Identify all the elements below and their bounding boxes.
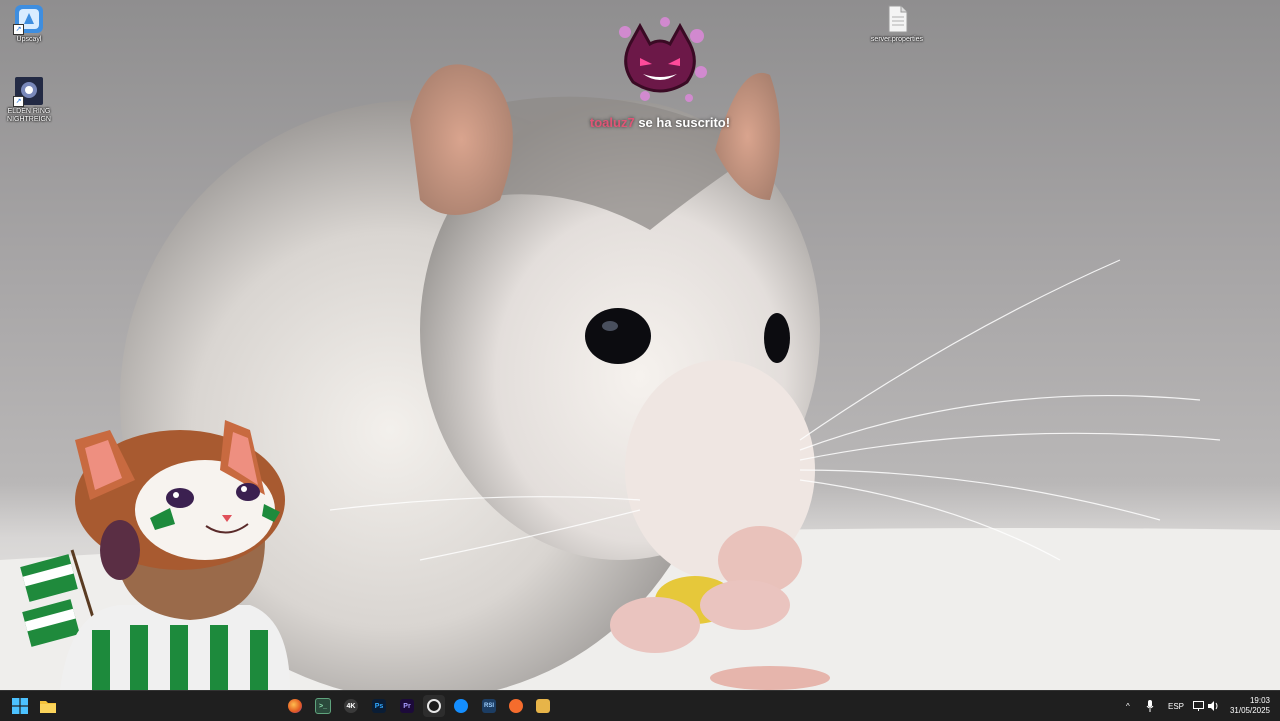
rsi-icon: RSI <box>482 699 496 713</box>
alert-text: toaluz7 se ha suscrito! <box>570 115 750 130</box>
tray-volume[interactable] <box>1208 691 1220 721</box>
start-button[interactable] <box>9 695 31 717</box>
shortcut-arrow-icon: ↗ <box>13 96 24 107</box>
taskbar-photoshop[interactable]: Ps <box>368 695 390 717</box>
microphone-icon <box>1146 700 1154 712</box>
4k-icon: 4K <box>344 699 358 713</box>
clock-time: 19:03 <box>1249 696 1270 705</box>
desktop-icon-elden-ring[interactable]: ↗ ELDEN RING NIGHTREIGN <box>0 76 58 124</box>
taskbar-obs[interactable] <box>423 695 445 717</box>
alert-username: toaluz7 <box>589 115 635 130</box>
folder-icon <box>40 701 56 713</box>
tray-microphone[interactable] <box>1146 691 1154 721</box>
tray-network[interactable] <box>1193 691 1204 721</box>
taskbar: >_ 4K Ps Pr RSI ^ ESP 19:03 31/05/2025 <box>0 690 1280 721</box>
windows-logo-icon <box>12 698 28 714</box>
desktop: ↗ Upscayl ↗ ELDEN RING NIGHTREIGN server… <box>0 0 1280 690</box>
taskbar-file-explorer[interactable] <box>37 695 59 717</box>
subscription-alert: toaluz7 se ha suscrito! <box>570 14 750 130</box>
obs-icon <box>427 699 441 713</box>
desktop-icon-upscayl[interactable]: ↗ Upscayl <box>0 4 58 44</box>
battlenet-icon <box>454 699 468 713</box>
elden-ring-icon: ↗ <box>13 76 44 107</box>
volume-icon <box>1208 701 1218 711</box>
taskbar-rsi-launcher[interactable]: RSI <box>478 695 500 717</box>
taskbar-premiere[interactable]: Pr <box>396 695 418 717</box>
tray-language[interactable]: ESP <box>1168 691 1184 721</box>
taskbar-battle-net[interactable] <box>450 695 472 717</box>
tray-overflow-button[interactable]: ^ <box>1126 691 1130 721</box>
clock-date: 31/05/2025 <box>1229 706 1270 715</box>
network-icon <box>1193 701 1204 711</box>
document-icon <box>882 4 912 34</box>
demon-cat-icon <box>619 17 707 102</box>
upscayl-icon: ↗ <box>13 4 44 35</box>
origin-icon <box>509 699 523 713</box>
taskbar-video-4k[interactable]: 4K <box>340 695 362 717</box>
shortcut-arrow-icon: ↗ <box>13 24 24 35</box>
taskbar-origin[interactable] <box>505 695 527 717</box>
tray-clock[interactable]: 19:03 31/05/2025 <box>1230 696 1270 716</box>
mascot-cat-overlay <box>20 420 290 690</box>
alert-message: se ha suscrito! <box>634 115 731 130</box>
photoshop-icon: Ps <box>372 699 386 713</box>
firefox-icon <box>288 699 302 713</box>
taskbar-firefox[interactable] <box>284 695 306 717</box>
language-label: ESP <box>1168 701 1185 711</box>
desktop-icon-server-properties[interactable]: server.properties <box>868 4 926 44</box>
premiere-icon: Pr <box>400 699 414 713</box>
chevron-up-icon: ^ <box>1126 701 1130 711</box>
terminal-icon: >_ <box>315 698 331 714</box>
box-icon <box>536 699 550 713</box>
taskbar-package-app[interactable] <box>532 695 554 717</box>
taskbar-terminal[interactable]: >_ <box>312 695 334 717</box>
